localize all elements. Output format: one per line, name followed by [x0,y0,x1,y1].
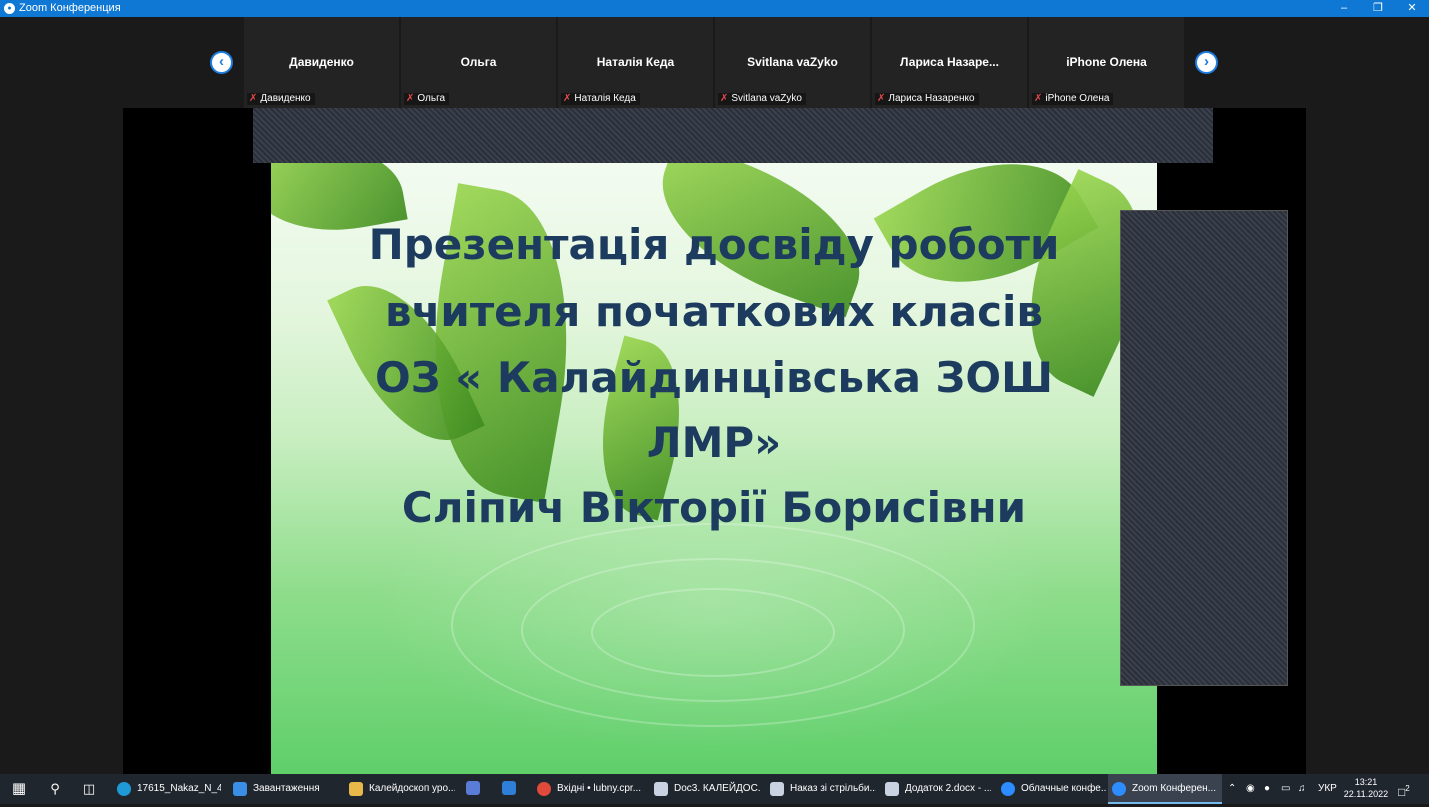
windows-icon: ▦ [11,780,27,797]
water-ripple [591,588,835,677]
taskbar-app[interactable]: Doc3. КАЛЕЙДОС... [650,774,760,804]
zoom-icon [1112,782,1126,796]
document-icon [885,782,899,796]
close-icon[interactable]: ✕ [1395,0,1429,17]
document-icon [654,782,668,796]
search-button[interactable]: ⚲ [44,774,66,804]
taskbar-app[interactable]: Вхідні • lubny.cpr... [533,774,643,804]
tray-microphone-icon[interactable]: ● [1264,774,1270,804]
mic-muted-icon: ✗ [720,93,729,104]
clock-date: 22.11.2022 [1343,789,1389,799]
edge-icon [117,782,131,796]
presentation-slide: Презентація досвіду роботи вчителя почат… [271,163,1157,774]
language-indicator[interactable]: УКР [1318,774,1337,804]
maximize-icon[interactable]: ❐ [1361,0,1395,17]
taskbar-app-active[interactable]: Zoom Конферен... [1108,774,1222,804]
mic-muted-icon: ✗ [249,93,258,104]
clock-time: 13:21 [1354,777,1378,787]
task-view-icon: ◫ [82,781,96,796]
slide-text-line: вчителя початкових класів [385,287,1043,336]
search-icon: ⚲ [50,781,60,796]
chevron-right-icon: › [1204,53,1209,70]
folder-icon [349,782,363,796]
tray-network-icon[interactable]: ▭ [1281,774,1290,804]
zoom-logo-icon: ● [4,3,15,14]
participant-tile[interactable]: iPhone Олена ✗ iPhone Олена [1029,17,1184,108]
participant-name: iPhone Олена [1066,55,1147,69]
participant-name: Лариса Назаре... [900,55,999,69]
document-icon [770,782,784,796]
participant-tile[interactable]: Ольга ✗ Ольга [401,17,556,108]
mic-muted-icon: ✗ [877,93,886,104]
notifications-button[interactable]: □2 [1398,774,1410,804]
taskbar-app[interactable] [462,774,488,804]
participant-name: Ольга [460,55,497,69]
notification-count: 2 [1405,784,1410,793]
participant-name: Давиденко [289,55,354,69]
participant-tile[interactable]: Лариса Назаре... ✗ Лариса Назаренко [872,17,1027,108]
tray-volume-icon[interactable]: ♫ [1298,774,1306,804]
chevron-left-icon: ‹ [219,53,224,70]
store-icon [466,781,480,796]
taskbar-app[interactable]: Калейдоскоп уро... [345,774,455,804]
taskbar-app[interactable] [498,774,524,804]
task-view-button[interactable]: ◫ [78,774,100,804]
taskbar: ▦ ⚲ ◫ 17615_Nakaz_N_45... Завантаження К… [0,774,1429,804]
window-title-bar: ● Zoom Конференция – ❐ ✕ [0,0,1429,17]
clock[interactable]: 13:21 22.11.2022 [1343,776,1389,800]
participant-caption: ✗ Svitlana vaZyko [718,93,806,105]
mic-muted-icon: ✗ [563,93,572,104]
next-page-button[interactable]: › [1195,51,1218,74]
slide-text-line: ОЗ « Калайдинцівська ЗОШ [375,353,1053,402]
zoom-icon [1001,782,1015,796]
participant-tile[interactable]: Svitlana vaZyko ✗ Svitlana vaZyko [715,17,870,108]
participant-caption: ✗ Наталія Кеда [561,93,640,105]
tray-camera-icon[interactable]: ◉ [1246,774,1255,804]
download-icon [233,782,247,796]
participant-caption: ✗ Давиденко [247,93,315,105]
participant-caption: ✗ Ольга [404,93,450,105]
participant-tile[interactable]: Наталія Кеда ✗ Наталія Кеда [558,17,713,108]
tray-overflow-chevron-icon[interactable]: ⌃ [1228,774,1236,804]
slide-text-line: Сліпич Вікторії Борисівни [401,483,1027,532]
prev-page-button[interactable]: ‹ [210,51,233,74]
chrome-icon [537,782,551,796]
mic-muted-icon: ✗ [406,93,415,104]
participant-name: Наталія Кеда [596,55,675,69]
slide-text-line: ЛМР» [646,418,782,467]
hidden-region-top [253,108,1213,163]
mail-icon [502,781,516,796]
participant-caption: ✗ Лариса Назаренко [875,93,979,105]
start-button[interactable]: ▦ [8,774,30,804]
taskbar-app[interactable]: Завантаження [229,774,339,804]
slide-text-line: Презентація досвіду роботи [368,220,1060,269]
taskbar-app[interactable]: 17615_Nakaz_N_45... [113,774,221,804]
participant-tile[interactable]: Давиденко ✗ Давиденко [244,17,399,108]
taskbar-app[interactable]: Наказ зі стрільби... [766,774,876,804]
minimize-icon[interactable]: – [1327,0,1361,17]
window-title: Zoom Конференция [19,2,121,14]
participant-name: Svitlana vaZyko [747,55,838,69]
participant-caption: ✗ iPhone Олена [1032,93,1114,105]
hidden-region-side [1120,210,1288,686]
mic-muted-icon: ✗ [1034,93,1043,104]
taskbar-app[interactable]: Додаток 2.docx - ... [881,774,991,804]
taskbar-app[interactable]: Облачные конфе... [997,774,1107,804]
